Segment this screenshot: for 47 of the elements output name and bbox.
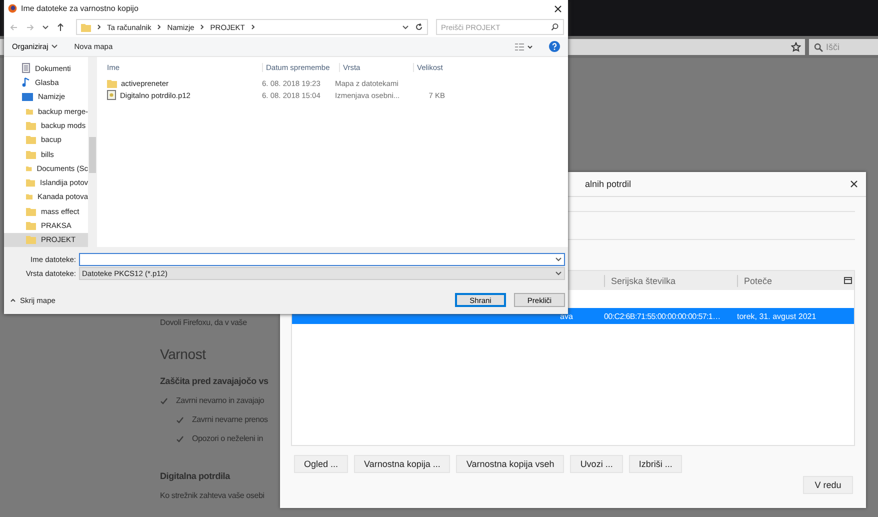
star-icon[interactable] <box>791 42 801 52</box>
subsection-heading: Digitalna potrdila <box>160 471 232 481</box>
table-cell: 00:C2:6B:71:55:00:00:00:00:57:1… <box>604 312 720 320</box>
caret-icon <box>10 298 16 302</box>
desktop-icon <box>22 92 33 101</box>
chevron-icon <box>250 24 255 30</box>
scrollbar[interactable] <box>88 57 97 247</box>
column-header[interactable]: Serijska številka <box>604 274 737 286</box>
chevron-icon <box>200 24 204 30</box>
search-icon <box>814 42 823 52</box>
document-icon <box>22 63 30 74</box>
close-icon[interactable] <box>554 4 562 12</box>
refresh-icon[interactable] <box>415 23 423 31</box>
certificate-file-icon <box>107 90 116 100</box>
filename-field[interactable] <box>79 253 565 266</box>
help-icon[interactable] <box>549 41 560 52</box>
chevron-icon <box>157 24 162 30</box>
music-note-icon <box>22 77 30 88</box>
dropdown-caret-icon <box>555 271 562 276</box>
section-heading: Varnost <box>160 346 207 362</box>
action-button[interactable]: Ogled ... <box>294 455 348 473</box>
close-icon[interactable] <box>850 180 858 188</box>
caret-icon <box>51 44 58 49</box>
table-cell: ava <box>560 312 573 320</box>
recent-locations-icon <box>42 24 49 30</box>
column-picker-icon[interactable] <box>844 277 852 284</box>
ok-button[interactable]: V redu <box>803 476 853 494</box>
action-button[interactable]: Varnostna kopija vseh <box>456 455 564 473</box>
action-button[interactable]: Varnostna kopija ... <box>354 455 450 473</box>
table-cell: torek, 31. avgust 2021 <box>737 312 816 320</box>
window-title: Ime datoteke za varnostno kopijo <box>21 4 140 13</box>
description-text: Dovoli Firefoxu, da v vaše <box>160 318 248 329</box>
window-title: alnih potrdil <box>585 179 632 189</box>
action-button[interactable]: Uvozi ... <box>570 455 623 473</box>
folder-icon <box>107 78 117 88</box>
up-arrow-icon[interactable] <box>57 23 64 31</box>
column-header[interactable]: Poteče <box>737 274 838 286</box>
action-button[interactable]: Izbriši ... <box>628 455 682 473</box>
dropdown-caret-icon <box>402 24 409 30</box>
search-icon <box>551 23 559 31</box>
subsection-heading: Zaščita pred zavajajočo vs <box>160 376 268 386</box>
view-options-icon[interactable] <box>515 42 533 50</box>
description-text: Ko strežnik zahteva vaše osebi <box>160 491 266 500</box>
folder-icon <box>81 22 91 32</box>
browser-logo-icon <box>8 4 17 13</box>
dropdown-caret-icon <box>555 257 562 262</box>
chevron-icon <box>97 24 101 30</box>
